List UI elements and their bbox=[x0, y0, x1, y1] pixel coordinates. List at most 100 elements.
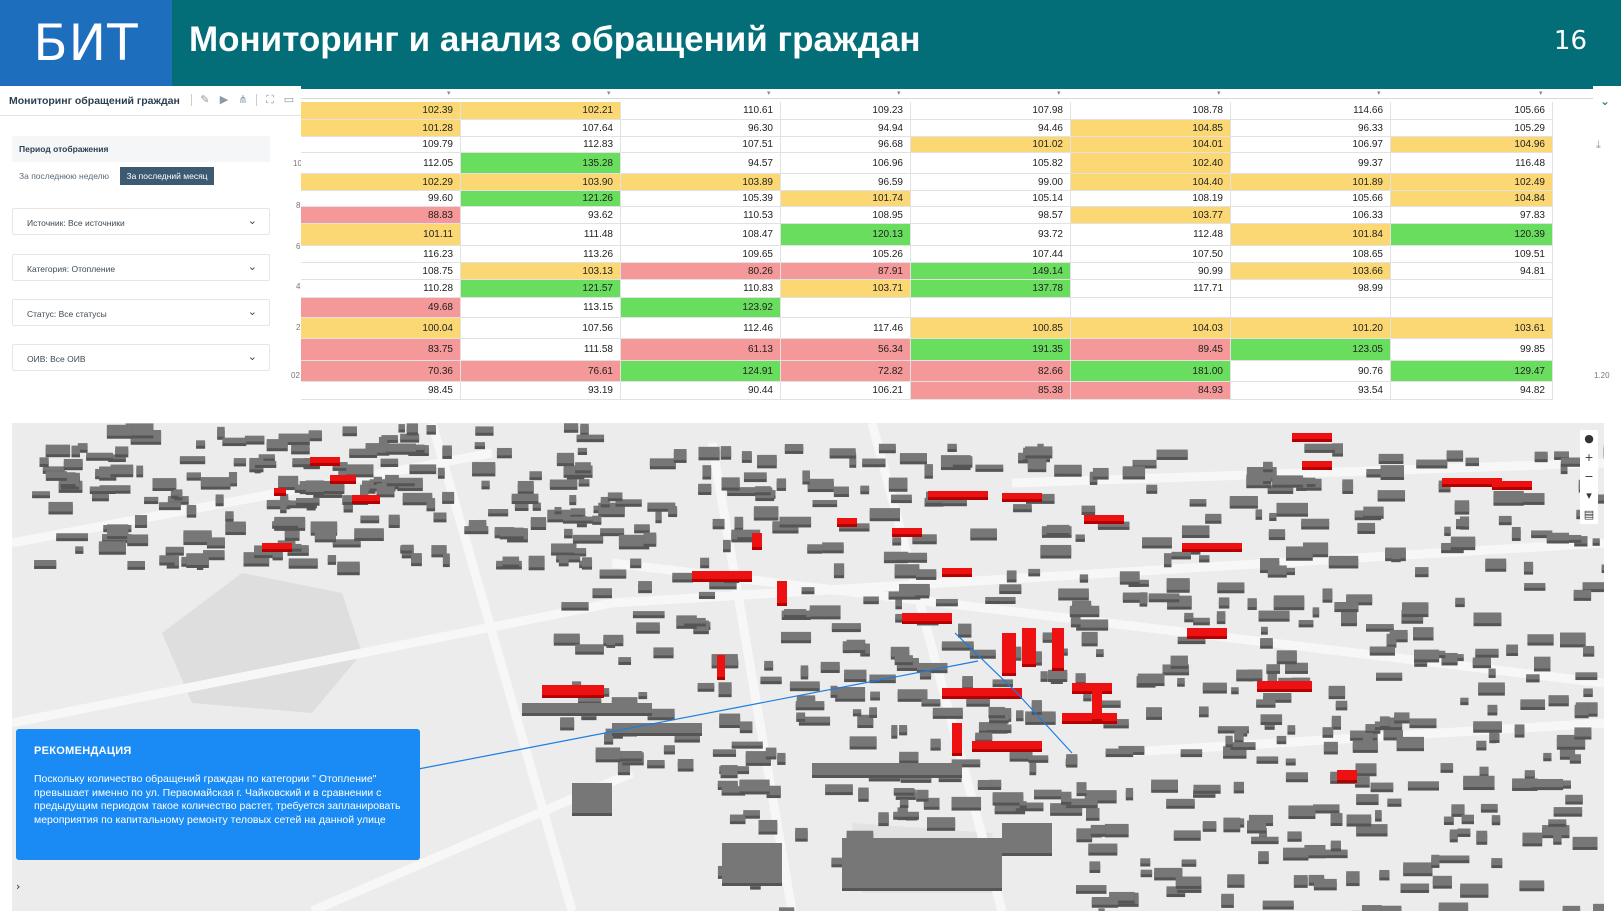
table-cell[interactable]: 101.28 bbox=[301, 120, 461, 137]
table-cell[interactable]: 109.51 bbox=[1391, 246, 1553, 263]
table-cell[interactable]: 106.97 bbox=[1231, 137, 1391, 153]
table-cell[interactable]: 103.90 bbox=[461, 174, 621, 191]
table-cell[interactable]: 116.23 bbox=[301, 246, 461, 263]
table-cell[interactable]: 61.13 bbox=[621, 339, 781, 361]
table-cell[interactable]: 103.61 bbox=[1391, 318, 1553, 339]
table-cell[interactable]: 93.62 bbox=[461, 207, 621, 224]
table-cell[interactable]: 105.14 bbox=[911, 191, 1071, 207]
table-cell[interactable]: 94.81 bbox=[1391, 263, 1553, 280]
table-cell[interactable]: 85.38 bbox=[911, 382, 1071, 400]
table-cell[interactable]: 103.13 bbox=[461, 263, 621, 280]
table-cell[interactable]: 110.83 bbox=[621, 280, 781, 298]
table-cell[interactable]: 84.93 bbox=[1071, 382, 1231, 400]
table-cell[interactable]: 101.11 bbox=[301, 224, 461, 246]
compass-icon[interactable]: ▾ bbox=[1580, 487, 1598, 505]
column-sort-icon[interactable]: ▾ bbox=[1057, 89, 1061, 97]
table-cell[interactable]: 96.33 bbox=[1231, 120, 1391, 137]
table-cell[interactable]: 94.46 bbox=[911, 120, 1071, 137]
table-cell[interactable]: 72.82 bbox=[781, 361, 911, 382]
table-cell[interactable]: 101.20 bbox=[1231, 318, 1391, 339]
table-cell[interactable]: 123.92 bbox=[621, 298, 781, 318]
table-cell[interactable]: 104.01 bbox=[1071, 137, 1231, 153]
download-icon[interactable]: ⤓ bbox=[1596, 138, 1601, 152]
table-cell[interactable]: 107.51 bbox=[621, 137, 781, 153]
table-cell[interactable]: 108.78 bbox=[1071, 102, 1231, 120]
fullscreen-icon[interactable]: ⛶ bbox=[264, 94, 276, 106]
table-cell[interactable]: 114.66 bbox=[1231, 102, 1391, 120]
table-cell[interactable]: 129.47 bbox=[1391, 361, 1553, 382]
table-cell[interactable]: 100.04 bbox=[301, 318, 461, 339]
table-cell[interactable]: 107.44 bbox=[911, 246, 1071, 263]
table-cell[interactable]: 135.28 bbox=[461, 153, 621, 174]
table-cell[interactable]: 104.40 bbox=[1071, 174, 1231, 191]
table-cell[interactable]: 103.71 bbox=[781, 280, 911, 298]
table-cell[interactable]: 88.83 bbox=[301, 207, 461, 224]
table-cell[interactable]: 149.14 bbox=[911, 263, 1071, 280]
table-cell[interactable]: 108.75 bbox=[301, 263, 461, 280]
table-cell[interactable]: 108.19 bbox=[1071, 191, 1231, 207]
table-cell[interactable]: 96.30 bbox=[621, 120, 781, 137]
table-cell[interactable]: 107.56 bbox=[461, 318, 621, 339]
table-cell[interactable]: 101.74 bbox=[781, 191, 911, 207]
table-cell[interactable]: 112.46 bbox=[621, 318, 781, 339]
table-cell[interactable]: 90.76 bbox=[1231, 361, 1391, 382]
table-cell[interactable]: 102.40 bbox=[1071, 153, 1231, 174]
table-cell[interactable]: 102.21 bbox=[461, 102, 621, 120]
table-cell[interactable]: 104.84 bbox=[1391, 191, 1553, 207]
table-cell[interactable]: 137.78 bbox=[911, 280, 1071, 298]
table-cell[interactable]: 96.68 bbox=[781, 137, 911, 153]
table-cell[interactable]: 103.66 bbox=[1231, 263, 1391, 280]
table-cell[interactable]: 101.89 bbox=[1231, 174, 1391, 191]
play-icon[interactable]: ▶ bbox=[218, 94, 230, 106]
period-week-button[interactable]: За последнюю неделю bbox=[12, 167, 116, 185]
table-cell[interactable]: 108.47 bbox=[621, 224, 781, 246]
table-cell[interactable]: 112.83 bbox=[461, 137, 621, 153]
chevron-right-icon[interactable]: › bbox=[16, 880, 20, 893]
table-cell[interactable]: 120.13 bbox=[781, 224, 911, 246]
table-cell[interactable]: 98.57 bbox=[911, 207, 1071, 224]
table-cell[interactable]: 121.57 bbox=[461, 280, 621, 298]
table-cell[interactable]: 112.05 bbox=[301, 153, 461, 174]
table-cell[interactable]: 99.00 bbox=[911, 174, 1071, 191]
table-cell[interactable]: 110.28 bbox=[301, 280, 461, 298]
table-cell[interactable]: 99.37 bbox=[1231, 153, 1391, 174]
table-cell[interactable]: 102.29 bbox=[301, 174, 461, 191]
source-filter[interactable]: Источник: Все источники ⌄ bbox=[12, 208, 270, 235]
table-cell[interactable]: 90.99 bbox=[1071, 263, 1231, 280]
table-cell[interactable]: 105.66 bbox=[1231, 191, 1391, 207]
table-cell[interactable]: 90.44 bbox=[621, 382, 781, 400]
table-cell[interactable]: 120.39 bbox=[1391, 224, 1553, 246]
table-cell[interactable]: 102.49 bbox=[1391, 174, 1553, 191]
table-cell[interactable]: 123.05 bbox=[1231, 339, 1391, 361]
table-cell[interactable]: 105.82 bbox=[911, 153, 1071, 174]
table-cell[interactable]: 107.50 bbox=[1071, 246, 1231, 263]
table-cell[interactable]: 89.45 bbox=[1071, 339, 1231, 361]
table-cell[interactable]: 76.61 bbox=[461, 361, 621, 382]
table-cell[interactable]: 116.48 bbox=[1391, 153, 1553, 174]
edit-icon[interactable]: ✎ bbox=[199, 94, 211, 106]
table-cell[interactable] bbox=[1391, 298, 1553, 318]
table-cell[interactable] bbox=[1071, 298, 1231, 318]
table-cell[interactable]: 113.26 bbox=[461, 246, 621, 263]
table-cell[interactable]: 107.98 bbox=[911, 102, 1071, 120]
table-cell[interactable]: 99.60 bbox=[301, 191, 461, 207]
table-cell[interactable]: 103.77 bbox=[1071, 207, 1231, 224]
table-cell[interactable]: 110.53 bbox=[621, 207, 781, 224]
table-cell[interactable]: 117.46 bbox=[781, 318, 911, 339]
zoom-in-icon[interactable]: + bbox=[1580, 449, 1598, 467]
table-cell[interactable]: 96.59 bbox=[781, 174, 911, 191]
table-cell[interactable]: 109.79 bbox=[301, 137, 461, 153]
layers-icon[interactable]: ▤ bbox=[1580, 506, 1598, 524]
table-cell[interactable]: 105.29 bbox=[1391, 120, 1553, 137]
table-cell[interactable]: 80.26 bbox=[621, 263, 781, 280]
column-sort-icon[interactable]: ▾ bbox=[1217, 89, 1221, 97]
table-cell[interactable]: 104.96 bbox=[1391, 137, 1553, 153]
table-cell[interactable]: 94.94 bbox=[781, 120, 911, 137]
column-sort-icon[interactable]: ▾ bbox=[607, 89, 611, 97]
table-cell[interactable]: 105.39 bbox=[621, 191, 781, 207]
table-cell[interactable] bbox=[781, 298, 911, 318]
table-cell[interactable]: 99.85 bbox=[1391, 339, 1553, 361]
table-cell[interactable]: 105.26 bbox=[781, 246, 911, 263]
table-cell[interactable]: 101.02 bbox=[911, 137, 1071, 153]
period-month-button[interactable]: За последний месяц bbox=[120, 167, 214, 185]
